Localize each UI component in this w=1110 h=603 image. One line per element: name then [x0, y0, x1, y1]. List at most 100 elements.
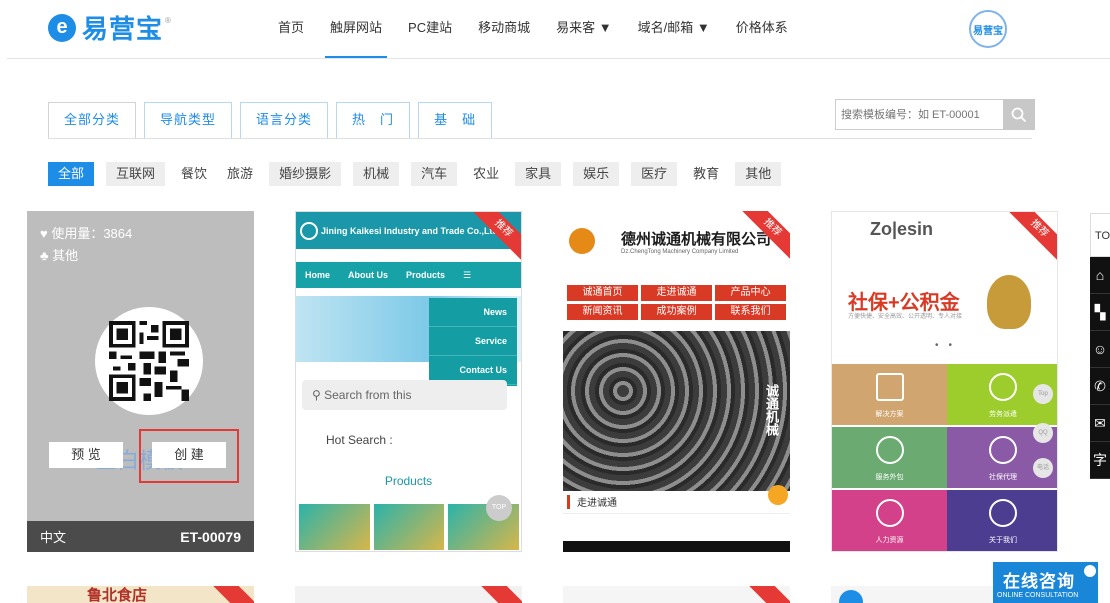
filter-wedding[interactable]: 婚纱摄影 [269, 162, 342, 186]
site-header: e 易营宝 ® 首页 触屏网站 PC建站 移动商城 易来客 ▼ 域名/邮箱 ▼ … [0, 0, 1110, 58]
side-toolbar-top[interactable]: TO [1090, 213, 1110, 257]
qr-icon[interactable]: ▚ [1090, 294, 1110, 331]
template-nav-home: Home [305, 270, 331, 280]
filter-auto[interactable]: 汽车 [411, 162, 458, 186]
nav-item-domain-email[interactable]: 域名/邮箱 ▼ [625, 0, 723, 58]
nav-item-mobile-site[interactable]: 触屏网站 [317, 0, 395, 58]
card-footer: 中文 ET-00079 [27, 521, 254, 552]
tab-all-categories[interactable]: 全部分类 [48, 102, 137, 138]
banner-title: 诚通机械 [764, 384, 779, 436]
preview-button[interactable]: 预 览 [49, 442, 123, 468]
filter-entertainment[interactable]: 娱乐 [573, 162, 620, 186]
consult-title: 在线咨询 [1003, 572, 1075, 591]
template-menu-item: 产品中心 [715, 285, 786, 301]
service-label: 关于我们 [989, 537, 1017, 544]
nav-item-yilaike[interactable]: 易来客 ▼ [543, 0, 624, 58]
tab-basic[interactable]: 基 础 [418, 102, 493, 138]
products-heading: Products [384, 474, 433, 488]
chat-bubble-icon [1082, 563, 1098, 579]
money-bag-icon [987, 275, 1031, 329]
main-nav: 首页 触屏网站 PC建站 移动商城 易来客 ▼ 域名/邮箱 ▼ 价格体系 [265, 0, 801, 58]
template-dropdown: News Service Contact Us [429, 298, 517, 386]
handshake-icon [989, 373, 1017, 401]
company-logo: Zo|esin [870, 219, 934, 239]
hot-ribbon [737, 586, 790, 603]
user-avatar[interactable]: 易营宝 [969, 10, 1007, 48]
service-tile: 关于我们 [947, 490, 1057, 551]
template-card-zoresin[interactable]: Zo|esin 推荐 社保+公积金 方便快捷、安全高效、公开透明、专人对接 ••… [831, 211, 1058, 552]
product-thumb [299, 504, 370, 550]
service-label: 劳务派遣 [989, 411, 1017, 418]
industry-filters: 全部 互联网 餐饮 旅游 婚纱摄影 机械 汽车 农业 家具 娱乐 医疗 教育 其… [48, 162, 793, 186]
user-shield-icon [989, 436, 1017, 464]
company-logo-icon [300, 221, 318, 240]
template-card-kaikesi[interactable]: Jining Kaikesi Industry and Trade Co.,Lt… [295, 211, 522, 552]
filter-education[interactable]: 教育 [689, 162, 723, 186]
template-menu-item: 成功案例 [641, 304, 712, 320]
service-grid: 解决方案 劳务派遣 服务外包 社保代理 人力资源 关于我们 [832, 364, 1057, 551]
template-card-peek[interactable]: 鲁北食店 [27, 586, 254, 603]
filter-all[interactable]: 全部 [48, 162, 95, 186]
document-icon [875, 373, 904, 401]
filter-agriculture[interactable]: 农业 [469, 162, 503, 186]
service-tile: 服务外包 [832, 427, 947, 488]
template-menu: 诚通首页 走进诚通 产品中心 新闻资讯 成功案例 联系我们 [563, 285, 790, 320]
filter-travel[interactable]: 旅游 [223, 162, 257, 186]
home-icon[interactable]: ⌂ [1090, 257, 1110, 294]
template-nav: Home About Us Products ☰ [296, 262, 521, 288]
company-name: 德州诚通机械有限公司 [621, 230, 772, 248]
template-card-chengtong[interactable]: 德州诚通机械有限公司 Dz.ChengTong Machinery Compan… [563, 211, 790, 552]
menu-icon: ☰ [463, 269, 472, 280]
usage-count: ♥ 使用量：3864 [40, 226, 133, 241]
heart-icon [875, 436, 904, 464]
service-label: 服务外包 [875, 474, 904, 481]
brand-logo[interactable]: e 易营宝 ® [48, 9, 171, 46]
service-tile: 人力资源 [832, 490, 947, 551]
template-search-input[interactable] [835, 99, 1003, 130]
filter-other[interactable]: 其他 [735, 162, 782, 186]
back-to-top-icon: TOP [486, 495, 512, 521]
logo-icon [839, 590, 863, 603]
template-card-peek[interactable] [563, 586, 790, 603]
recommended-ribbon: 推荐 [1004, 212, 1057, 264]
search-button[interactable] [1003, 99, 1035, 130]
template-menu-item: 走进诚通 [641, 285, 712, 301]
group-icon [989, 499, 1017, 527]
filter-medical[interactable]: 医疗 [631, 162, 678, 186]
company-title: 德州诚通机械有限公司 Dz.ChengTong Machinery Compan… [621, 228, 771, 255]
dropdown-service: Service [429, 327, 517, 356]
search-icon [1011, 107, 1027, 122]
section-title: 走进诚通 [563, 490, 790, 514]
tab-hot[interactable]: 热 门 [336, 102, 411, 138]
tab-nav-type[interactable]: 导航类型 [144, 102, 233, 138]
template-menu-item: 诚通首页 [567, 285, 638, 301]
template-nav-products: Products [406, 270, 446, 280]
qq-icon[interactable]: ☺ [1090, 331, 1110, 368]
template-nav-about: About Us [348, 270, 389, 280]
feedback-icon[interactable]: 字 [1090, 442, 1110, 479]
online-consultation-button[interactable]: 在线咨询 ONLINE CONSULTATION [993, 562, 1098, 603]
template-code: ET-00079 [180, 528, 241, 545]
template-bottom-bar [563, 541, 790, 552]
template-card-peek[interactable] [295, 586, 522, 603]
filter-internet[interactable]: 互联网 [106, 162, 166, 186]
qr-code [95, 307, 203, 415]
service-label: 解决方案 [875, 411, 904, 418]
filter-machinery[interactable]: 机械 [353, 162, 400, 186]
template-card-hovered[interactable]: ♥ 使用量：3864 ♣ 其他 空白模板 预 览 创 建 中文 ET-00079 [27, 211, 254, 552]
phone-icon[interactable]: ✆ [1090, 368, 1110, 405]
message-icon[interactable]: ✉ [1090, 405, 1110, 442]
registered-mark: ® [165, 16, 171, 25]
nav-item-pc-site[interactable]: PC建站 [395, 0, 465, 58]
nav-item-home[interactable]: 首页 [265, 0, 317, 58]
nav-item-mobile-mall[interactable]: 移动商城 [465, 0, 543, 58]
tab-language[interactable]: 语言分类 [240, 102, 329, 138]
banner-subline: 方便快捷、安全高效、公开透明、专人对接 [848, 314, 963, 320]
template-type: ♣ 其他 [40, 248, 79, 263]
create-button-highlight [139, 429, 239, 483]
filter-catering[interactable]: 餐饮 [177, 162, 211, 186]
filter-furniture[interactable]: 家具 [515, 162, 562, 186]
template-search-preview: ⚲ Search from this [302, 380, 507, 410]
nav-item-pricing[interactable]: 价格体系 [723, 0, 801, 58]
side-toolbar: TO ⌂ ▚ ☺ ✆ ✉ 字 [1090, 213, 1110, 479]
